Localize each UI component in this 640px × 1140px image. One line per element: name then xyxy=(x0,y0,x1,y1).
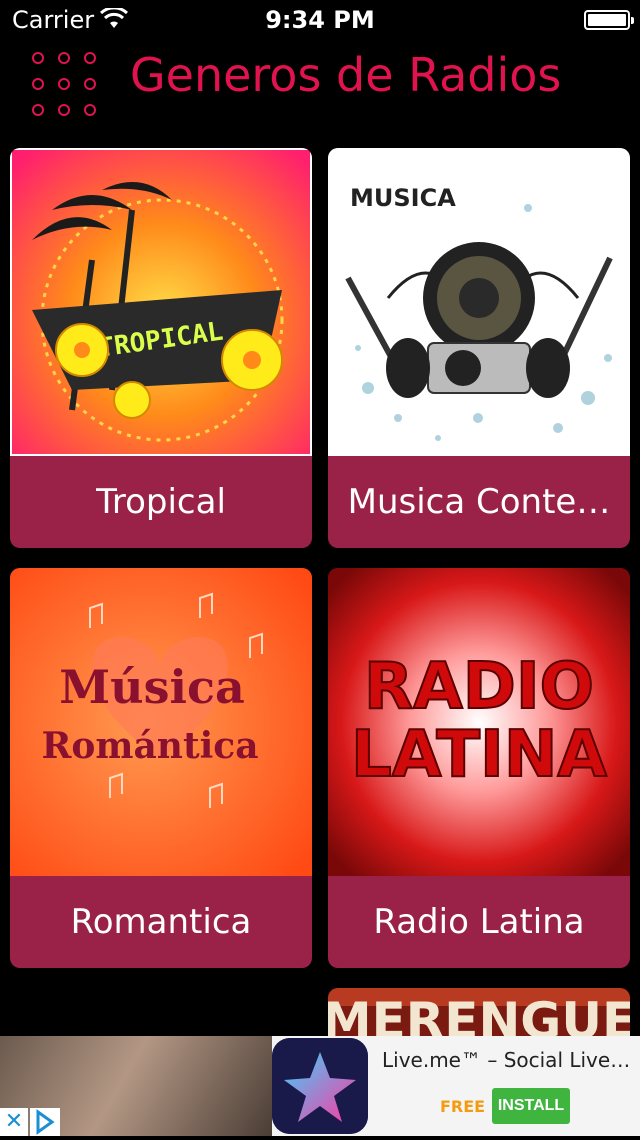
ad-install-button[interactable]: INSTALL xyxy=(492,1088,570,1124)
genre-card-romantica[interactable]: Música Romántica Romantica xyxy=(10,568,312,968)
genre-label: Romantica xyxy=(70,902,252,942)
genre-card-radio-latina[interactable]: RADIO LATINA Radio Latina xyxy=(328,568,630,968)
ad-close-icon[interactable]: ✕ xyxy=(0,1108,28,1136)
genre-image-tropical: TROPICAL xyxy=(10,148,312,456)
genre-card-musica-contemporanea[interactable]: MUSICA Musica Conte… xyxy=(328,148,630,548)
genre-card-tropical[interactable]: TROPICAL Tropical xyxy=(10,148,312,548)
genre-label: Tropical xyxy=(96,482,226,522)
romantica-image-text-2: Romántica xyxy=(41,725,258,767)
page-title: Generos de Radios xyxy=(130,48,562,102)
genre-image-romantica: Música Romántica xyxy=(10,568,312,876)
ad-price: FREE xyxy=(440,1097,486,1116)
genre-label: Musica Conte… xyxy=(347,482,611,522)
radio-latina-image-text-1: RADIO xyxy=(364,650,594,724)
ad-banner[interactable]: Live.me™ – Social Live… FREE INSTALL ✕ xyxy=(0,1036,640,1136)
header: Generos de Radios xyxy=(0,40,640,140)
grid-menu-icon[interactable] xyxy=(30,48,100,118)
ad-choices-icon[interactable] xyxy=(30,1108,60,1136)
romantica-image-text-1: Música xyxy=(59,660,245,714)
musica-image-text: MUSICA xyxy=(350,184,456,212)
genre-label: Radio Latina xyxy=(373,902,585,942)
clock: 9:34 PM xyxy=(265,6,375,34)
ad-app-icon xyxy=(272,1038,368,1134)
genre-image-radio-latina: RADIO LATINA xyxy=(328,568,630,876)
genre-card-merengue-partial[interactable]: MERENGUE xyxy=(328,988,630,1036)
genre-image-merengue: MERENGUE xyxy=(328,988,630,1036)
battery-icon xyxy=(584,10,634,30)
radio-latina-image-text-2: LATINA xyxy=(351,718,607,792)
genre-image-musica: MUSICA xyxy=(328,148,630,456)
merengue-image-text: MERENGUE xyxy=(328,992,630,1036)
ad-app-name: Live.me™ – Social Live… xyxy=(382,1048,631,1072)
status-bar: Carrier 9:34 PM xyxy=(0,0,640,40)
